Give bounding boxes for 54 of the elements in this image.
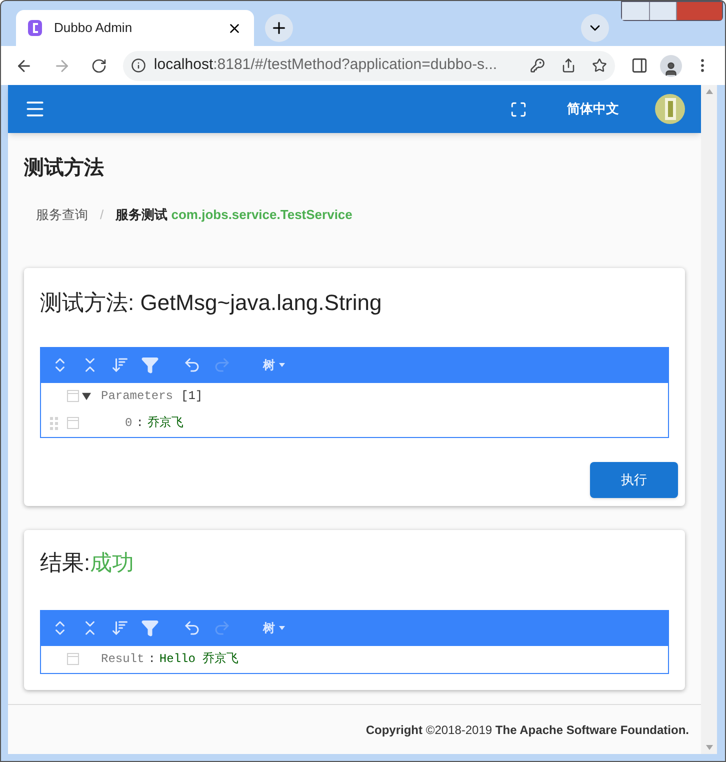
window-controls[interactable] <box>621 1 723 21</box>
node-key: Parameters <box>101 387 174 405</box>
reload-icon[interactable] <box>90 58 107 74</box>
key-icon[interactable] <box>530 58 546 73</box>
url-path: :8181/#/testMethod?application=dubbo-s... <box>213 56 498 74</box>
mode-dropdown[interactable]: 树 <box>263 356 285 374</box>
address-bar[interactable]: localhost:8181/#/testMethod?application=dubbo-s... <box>122 50 616 80</box>
filter-icon[interactable] <box>141 619 159 637</box>
expand-toggle-icon[interactable] <box>82 392 90 400</box>
copyright-text: Copyright ©2018-2019 The Apache Software Foundation. <box>366 722 689 738</box>
breadcrumb-divider: / <box>100 206 104 224</box>
card-title: 测试方法: GetMsg~java.lang.String <box>39 288 383 317</box>
scrollbar[interactable] <box>701 85 717 754</box>
node-separator: : <box>148 651 156 668</box>
filter-icon[interactable] <box>141 356 159 374</box>
node-value: Hello 乔京飞 <box>159 651 239 668</box>
mode-dropdown[interactable]: 树 <box>263 619 285 637</box>
result-label: 结果: <box>40 550 90 574</box>
breadcrumb-item[interactable]: 服务查询 <box>36 205 88 224</box>
sort-icon[interactable] <box>111 356 129 374</box>
context-menu-icon[interactable] <box>67 417 79 429</box>
language-button[interactable]: 简体中文 <box>567 99 619 119</box>
browser-tab[interactable]: Dubbo Admin <box>16 10 254 46</box>
scroll-down-icon[interactable] <box>706 745 712 750</box>
result-status: 成功 <box>90 550 134 574</box>
url-host: localhost <box>154 56 214 74</box>
tab-search-button[interactable] <box>581 14 609 42</box>
context-menu-icon[interactable] <box>67 653 79 665</box>
tab-title: Dubbo Admin <box>54 19 134 38</box>
node-separator: : <box>136 415 144 432</box>
undo-icon[interactable] <box>183 619 201 637</box>
app-logo-icon <box>28 20 42 36</box>
breadcrumb-item: 服务测试 com.jobs.service.TestService <box>116 206 352 224</box>
node-key: Result <box>101 650 144 668</box>
undo-icon[interactable] <box>183 356 201 374</box>
scroll-up-icon[interactable] <box>706 89 712 94</box>
new-tab-button[interactable] <box>265 14 293 42</box>
bookmark-star-icon[interactable] <box>592 58 608 73</box>
user-avatar[interactable] <box>655 94 685 124</box>
node-key: 0 <box>125 414 132 432</box>
sort-icon[interactable] <box>111 619 129 637</box>
node-value: 乔京飞 <box>147 415 184 432</box>
side-panel-icon[interactable] <box>631 57 648 74</box>
caret-icon <box>279 363 285 367</box>
page-title: 测试方法 <box>24 156 105 181</box>
drag-handle-icon[interactable] <box>50 416 58 430</box>
plus-icon <box>270 19 288 37</box>
fullscreen-icon[interactable] <box>510 100 527 118</box>
caret-icon <box>279 626 285 630</box>
profile-avatar[interactable] <box>660 54 682 76</box>
share-icon[interactable] <box>561 58 576 73</box>
info-icon[interactable] <box>130 58 146 73</box>
execute-button[interactable]: 执行 <box>590 462 678 498</box>
node-count: [1] <box>181 388 203 405</box>
